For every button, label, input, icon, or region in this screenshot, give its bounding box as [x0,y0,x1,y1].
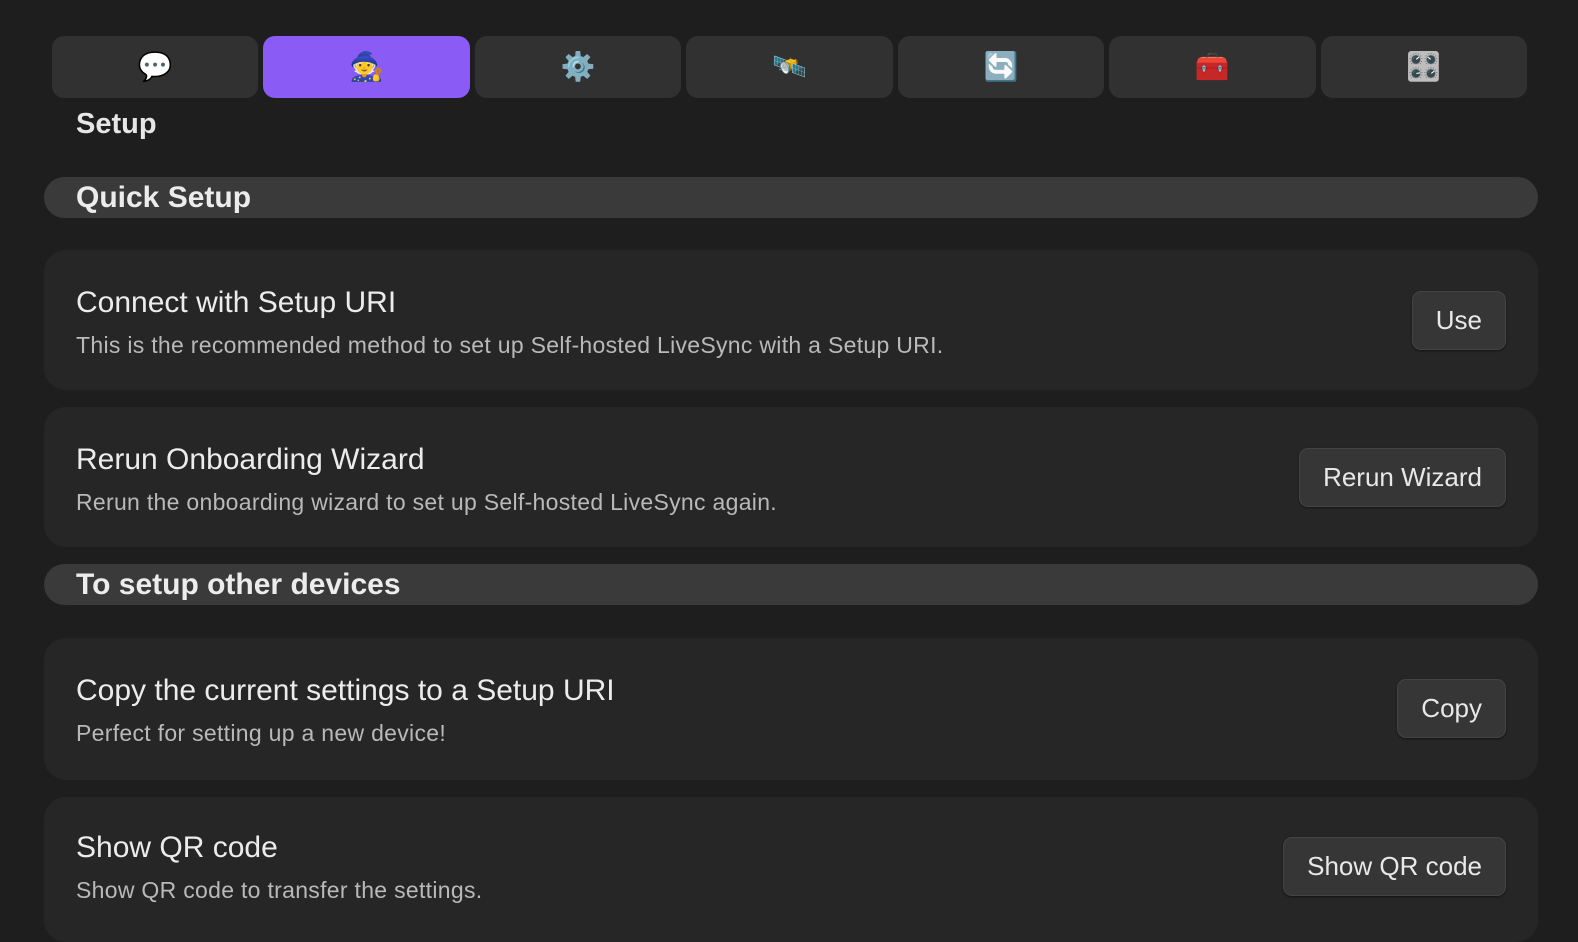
tab-customization[interactable]: 🎛️ [1320,36,1527,98]
satellite-icon: 🛰️ [772,50,807,83]
tab-setup[interactable]: 🧙 [263,36,470,98]
toolbox-icon: 🧰 [1194,50,1230,83]
settings-tab-bar: 💬 🧙 ⚙️ 🛰️ 🔄 🧰 🎛️ [52,36,1527,98]
tab-remote[interactable]: 🛰️ [686,36,893,98]
copy-setup-uri-button[interactable]: Copy [1397,679,1506,738]
wizard-icon: 🧙 [349,50,385,83]
setting-item-rerun-wizard: Rerun Onboarding Wizard Rerun the onboar… [44,407,1538,547]
tab-hatch[interactable]: 🧰 [1109,36,1316,98]
tab-sync[interactable]: 🔄 [897,36,1105,98]
page-title: Setup [76,108,157,140]
gear-icon: ⚙️ [560,50,596,83]
setting-name: Rerun Onboarding Wizard [76,443,425,476]
use-setup-uri-button[interactable]: Use [1411,291,1506,350]
section-header-quick-setup: Quick Setup [44,177,1538,218]
setting-name: Connect with Setup URI [76,286,397,319]
section-header-other-devices: To setup other devices [44,564,1538,605]
setting-description: This is the recommended method to set up… [76,332,944,358]
setting-description: Perfect for setting up a new device! [76,720,447,746]
tab-settings[interactable]: ⚙️ [474,36,682,98]
settings-page: 💬 🧙 ⚙️ 🛰️ 🔄 🧰 🎛️ Setup Quick Setup Conne… [0,0,1578,942]
speech-balloon-icon: 💬 [137,50,173,83]
tab-general[interactable]: 💬 [52,36,259,98]
setting-item-show-qr: Show QR code Show QR code to transfer th… [44,797,1538,942]
setting-item-connect-uri: Connect with Setup URI This is the recom… [44,250,1538,390]
setting-description: Rerun the onboarding wizard to set up Se… [76,489,777,515]
control-knobs-icon: 🎛️ [1406,50,1442,83]
sync-arrows-icon: 🔄 [983,50,1019,83]
setting-name: Copy the current settings to a Setup URI [76,674,615,707]
setting-name: Show QR code [76,831,278,864]
show-qr-code-button[interactable]: Show QR code [1283,837,1506,896]
setting-description: Show QR code to transfer the settings. [76,877,483,903]
rerun-wizard-button[interactable]: Rerun Wizard [1299,448,1506,507]
setting-item-copy-settings: Copy the current settings to a Setup URI… [44,638,1538,780]
